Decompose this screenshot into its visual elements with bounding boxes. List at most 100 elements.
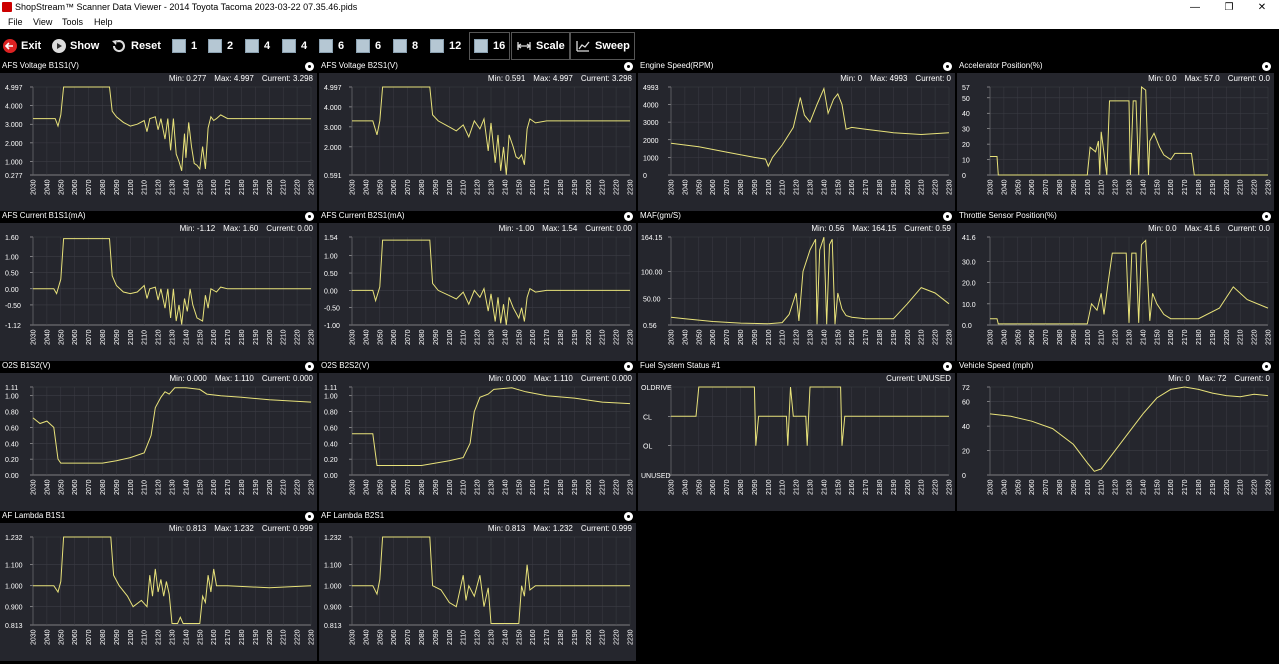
graph-options-icon[interactable]	[305, 362, 314, 371]
play-icon	[52, 39, 66, 53]
graph-options-icon[interactable]	[624, 62, 633, 71]
x-tick-label: 2070	[405, 329, 412, 345]
x-tick-label: 2100	[128, 479, 135, 495]
x-tick-label: 2060	[710, 179, 717, 195]
menu-view[interactable]: View	[33, 17, 52, 27]
graph-panel[interactable]: AFS Current B1S1(mA) Min: -1.12 Max: 1.60 C…	[0, 211, 317, 361]
x-tick-label: 2090	[433, 479, 440, 495]
x-tick-label: 2080	[738, 479, 745, 495]
x-tick-label: 2150	[835, 479, 842, 495]
layout-12-button[interactable]: 12	[430, 35, 461, 57]
layout-8-button[interactable]: 8	[393, 35, 418, 57]
layout-6a-button[interactable]: 6	[319, 35, 344, 57]
graph-options-icon[interactable]	[624, 512, 633, 521]
minimize-button[interactable]: —	[1178, 0, 1212, 15]
graph-panel[interactable]: AF Lambda B2S1 Min: 0.813 Max: 1.232 Curren…	[319, 511, 636, 661]
layout-1-button[interactable]: 1	[172, 35, 197, 57]
graph-options-icon[interactable]	[624, 212, 633, 221]
x-tick-label: 2080	[419, 479, 426, 495]
x-tick-label: 2230	[947, 479, 954, 495]
graph-options-icon[interactable]	[943, 362, 952, 371]
x-tick-label: 2050	[696, 179, 703, 195]
menu-file[interactable]: File	[8, 17, 23, 27]
graph-options-icon[interactable]	[305, 62, 314, 71]
graph-panel[interactable]: AF Lambda B1S1 Min: 0.813 Max: 1.232 Curren…	[0, 511, 317, 661]
graph-options-icon[interactable]	[1262, 362, 1271, 371]
restore-button[interactable]: ❐	[1212, 0, 1246, 15]
layout-4a-button[interactable]: 4	[245, 35, 270, 57]
x-tick-label: 2180	[558, 479, 565, 495]
x-tick-label: 2230	[628, 629, 635, 645]
menu-help[interactable]: Help	[94, 17, 113, 27]
y-tick-label: 1.232	[5, 535, 23, 542]
x-tick-label: 2170	[1182, 179, 1189, 195]
x-tick-label: 2200	[586, 629, 593, 645]
reset-button[interactable]: Reset	[111, 35, 161, 57]
x-tick-label: 2200	[267, 479, 274, 495]
x-tick-label: 2140	[502, 179, 509, 195]
scale-button[interactable]: Scale	[511, 32, 570, 60]
y-tick-label: 3000	[643, 120, 659, 127]
graph-options-icon[interactable]	[943, 62, 952, 71]
y-tick-label: 0	[962, 473, 966, 480]
graph-title: O2S B2S2(V)	[321, 361, 370, 370]
x-tick-label: 2130	[808, 179, 815, 195]
graph-panel[interactable]: AFS Voltage B1S1(V) Min: 0.277 Max: 4.997 C…	[0, 61, 317, 211]
x-tick-label: 2070	[86, 179, 93, 195]
x-tick-label: 2210	[919, 179, 926, 195]
x-tick-label: 2220	[614, 179, 621, 195]
x-tick-label: 2230	[628, 329, 635, 345]
x-tick-label: 2080	[419, 629, 426, 645]
graph-options-icon[interactable]	[943, 212, 952, 221]
x-tick-label: 2120	[1113, 179, 1120, 195]
graph-panel[interactable]: AFS Current B2S1(mA) Min: -1.00 Max: 1.54 C…	[319, 211, 636, 361]
y-tick-label: 40	[962, 424, 970, 431]
x-tick-label: 2130	[170, 179, 177, 195]
x-tick-label: 2220	[1252, 329, 1259, 345]
y-tick-label: 57	[962, 85, 970, 92]
exit-button[interactable]: Exit	[3, 35, 41, 57]
x-tick-label: 2200	[1224, 479, 1231, 495]
graph-panel[interactable]: Throttle Sensor Position(%) Min: 0.0 Max: …	[957, 211, 1274, 361]
x-tick-label: 2090	[1071, 329, 1078, 345]
close-button[interactable]: ✕	[1245, 0, 1279, 15]
scale-icon	[516, 42, 532, 50]
layout-16-button[interactable]: 16	[469, 32, 511, 60]
y-tick-label: 20	[962, 449, 970, 456]
graph-options-icon[interactable]	[624, 362, 633, 371]
x-tick-label: 2150	[516, 629, 523, 645]
x-tick-label: 2120	[475, 629, 482, 645]
graph-panel[interactable]: O2S B1S2(V) Min: 0.000 Max: 1.110 Current: …	[0, 361, 317, 511]
x-tick-label: 2170	[863, 179, 870, 195]
scale-label: Scale	[536, 40, 565, 52]
sweep-button[interactable]: Sweep	[570, 32, 635, 60]
graph-panel[interactable]: Fuel System Status #1 Current: UNUSED OLDR…	[638, 361, 955, 511]
x-tick-label: 2030	[988, 479, 995, 495]
graph-options-icon[interactable]	[305, 512, 314, 521]
layout-4b-button[interactable]: 4	[282, 35, 307, 57]
graph-plot-area: Min: 0.277 Max: 4.997 Current: 3.298 4.997 4…	[0, 73, 317, 211]
graph-options-icon[interactable]	[1262, 62, 1271, 71]
x-tick-label: 2100	[128, 179, 135, 195]
show-button[interactable]: Show	[52, 35, 99, 57]
graph-panel[interactable]: AFS Voltage B2S1(V) Min: 0.591 Max: 4.997 C…	[319, 61, 636, 211]
graph-options-icon[interactable]	[305, 212, 314, 221]
graph-panel[interactable]: Vehicle Speed (mph) Min: 0 Max: 72 Current:…	[957, 361, 1274, 511]
x-tick-label: 2160	[1168, 179, 1175, 195]
graph-panel[interactable]: Engine Speed(RPM) Min: 0 Max: 4993 Current:…	[638, 61, 955, 211]
x-tick-label: 2110	[461, 480, 468, 495]
x-tick-label: 2110	[1099, 480, 1106, 495]
graph-panel[interactable]: Accelerator Position(%) Min: 0.0 Max: 57.0…	[957, 61, 1274, 211]
graph-svg: 164.15 100.00 50.00 0.56 2030 2040 2050 2060 207…	[641, 235, 954, 345]
layout-6b-button[interactable]: 6	[356, 35, 381, 57]
x-tick-label: 2220	[614, 479, 621, 495]
y-tick-label: 1.100	[324, 563, 342, 570]
graph-panel[interactable]: MAF(gm/S) Min: 0.56 Max: 164.15 Current: 0.…	[638, 211, 955, 361]
layout-2-button[interactable]: 2	[208, 35, 233, 57]
menu-tools[interactable]: Tools	[62, 17, 83, 27]
x-tick-label: 2150	[197, 479, 204, 495]
graph-options-icon[interactable]	[1262, 212, 1271, 221]
y-tick-label: UNUSED	[641, 473, 671, 480]
x-tick-label: 2130	[170, 629, 177, 645]
graph-panel[interactable]: O2S B2S2(V) Min: 0.000 Max: 1.110 Current: …	[319, 361, 636, 511]
